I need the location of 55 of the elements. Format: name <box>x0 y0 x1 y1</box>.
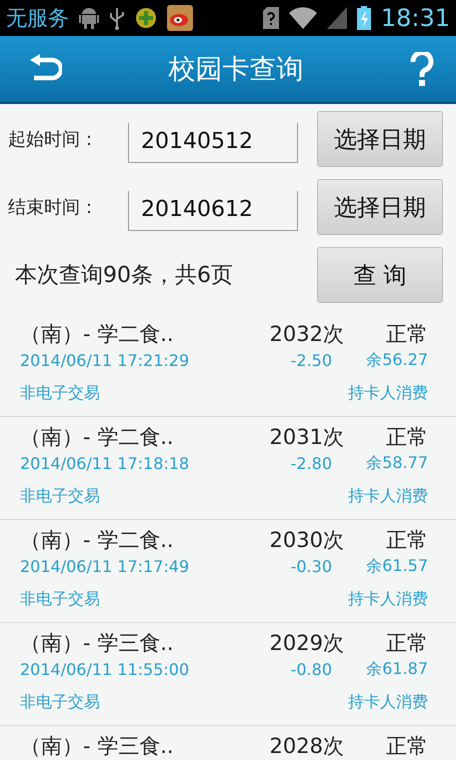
transaction-time: 2014/06/11 17:18:18 <box>20 454 190 473</box>
usage-count: 2032次 <box>270 320 344 348</box>
usb-icon <box>109 6 125 30</box>
transaction-category: 持卡人消费 <box>348 588 428 610</box>
signal-icon <box>326 7 347 29</box>
transaction-type: 非电子交易 <box>20 382 100 404</box>
help-icon[interactable] <box>410 52 434 86</box>
transaction-time: 2014/06/11 17:17:49 <box>20 556 190 576</box>
pick-date-button[interactable]: 选择日期 <box>317 179 443 235</box>
balance-text: 余61.87 <box>366 658 428 678</box>
clock-time: 18:31 <box>380 4 450 32</box>
page-title: 校园卡查询 <box>168 53 304 87</box>
merchant-name: （南）- 学三食.. <box>20 630 174 657</box>
balance-text: 余61.57 <box>366 556 428 575</box>
field-label: 起始时间： <box>8 128 99 151</box>
query-button[interactable]: 查 询 <box>317 247 443 303</box>
balance-text: 余56.27 <box>366 350 428 369</box>
merchant-name: （南）- 学二食.. <box>20 424 174 451</box>
pick-date-button[interactable]: 选择日期 <box>317 111 443 167</box>
transaction-type: 非电子交易 <box>20 588 100 610</box>
usage-count: 2030次 <box>270 526 344 554</box>
transaction-category: 持卡人消费 <box>348 382 428 404</box>
wifi-icon <box>288 7 317 29</box>
usage-count: 2031次 <box>270 424 344 451</box>
record-status: 正常 <box>386 528 428 552</box>
transaction-amount: -2.50 <box>290 350 332 370</box>
field-label: 结束时间： <box>8 196 99 219</box>
transaction-time: 2014/06/11 11:55:00 <box>20 660 190 679</box>
date-field[interactable]: 20140612 <box>128 191 298 231</box>
sim-card-icon <box>262 7 279 29</box>
merchant-name: （南）- 学二食.. <box>20 320 174 348</box>
record-status: 正常 <box>386 630 428 655</box>
record-status: 正常 <box>386 734 428 758</box>
battery-icon <box>356 6 371 30</box>
usage-count: 2029次 <box>270 630 344 657</box>
usage-count: 2028次 <box>270 733 344 760</box>
transaction-type: 非电子交易 <box>20 692 100 713</box>
transaction-amount: -2.80 <box>290 454 332 473</box>
result-summary: 本次查询90条，共6页 <box>14 262 233 290</box>
transaction-amount: -0.30 <box>290 556 332 576</box>
record-status: 正常 <box>386 424 428 449</box>
transaction-type: 非电子交易 <box>20 486 100 507</box>
android-icon <box>79 6 99 30</box>
merchant-name: （南）- 学三食.. <box>20 733 174 760</box>
transaction-category: 持卡人消费 <box>348 486 428 507</box>
merchant-name: （南）- 学二食.. <box>20 526 174 554</box>
balance-text: 余58.77 <box>366 452 428 472</box>
transaction-amount: -0.80 <box>290 660 332 679</box>
transaction-category: 持卡人消费 <box>348 692 428 713</box>
weibo-app-icon <box>167 5 193 31</box>
carrier-text: 无服务 <box>6 5 69 32</box>
record-status: 正常 <box>386 322 428 346</box>
date-field[interactable]: 20140512 <box>128 123 298 163</box>
app-icon <box>135 7 157 29</box>
transaction-time: 2014/06/11 17:21:29 <box>20 350 190 370</box>
